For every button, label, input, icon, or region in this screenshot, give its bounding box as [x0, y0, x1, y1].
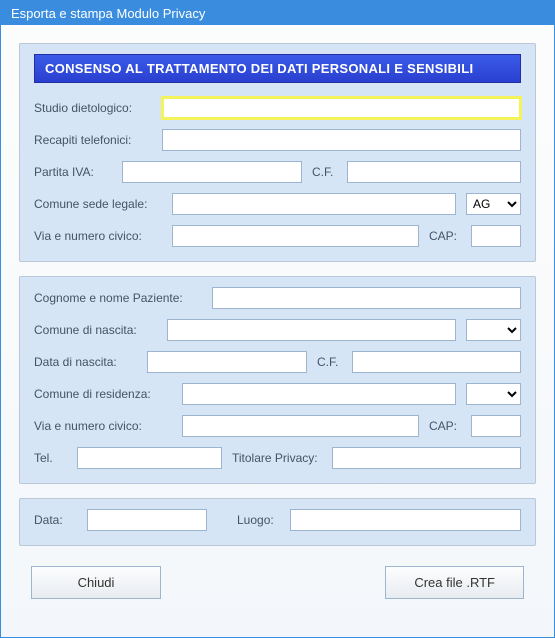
label-tel: Tel.	[34, 451, 69, 465]
input-comune-sede[interactable]	[172, 193, 456, 215]
window-titlebar: Esporta e stampa Modulo Privacy	[1, 1, 554, 25]
input-comune-res[interactable]	[182, 383, 456, 405]
label-cap-paziente: CAP:	[429, 419, 457, 433]
label-via-paziente: Via e numero civico:	[34, 419, 174, 433]
panel-paziente: Cognome e nome Paziente: Comune di nasci…	[19, 276, 536, 484]
panel-studio: CONSENSO AL TRATTAMENTO DEI DATI PERSONA…	[19, 43, 536, 262]
panel-data-luogo: Data: Luogo:	[19, 498, 536, 546]
label-comune-res: Comune di residenza:	[34, 387, 174, 401]
label-data: Data:	[34, 513, 79, 527]
label-recapiti: Recapiti telefonici:	[34, 133, 154, 147]
close-button[interactable]: Chiudi	[31, 566, 161, 599]
consent-header: CONSENSO AL TRATTAMENTO DEI DATI PERSONA…	[34, 54, 521, 83]
input-comune-nascita[interactable]	[167, 319, 456, 341]
input-via-paziente[interactable]	[182, 415, 419, 437]
create-rtf-button[interactable]: Crea file .RTF	[385, 566, 524, 599]
input-tel[interactable]	[77, 447, 222, 469]
select-prov-sede[interactable]: AG	[466, 193, 521, 215]
input-data-nascita[interactable]	[147, 351, 307, 373]
input-piva[interactable]	[122, 161, 302, 183]
label-titolare: Titolare Privacy:	[232, 451, 318, 465]
input-cf-studio[interactable]	[347, 161, 521, 183]
label-cap-studio: CAP:	[429, 229, 457, 243]
label-nome-paziente: Cognome e nome Paziente:	[34, 291, 204, 305]
select-prov-nascita[interactable]	[466, 319, 521, 341]
window-title: Esporta e stampa Modulo Privacy	[11, 6, 205, 21]
input-via-studio[interactable]	[172, 225, 419, 247]
label-luogo: Luogo:	[237, 513, 274, 527]
input-titolare[interactable]	[332, 447, 521, 469]
select-prov-res[interactable]	[466, 383, 521, 405]
label-piva: Partita IVA:	[34, 165, 114, 179]
input-studio[interactable]	[162, 97, 521, 119]
input-cf-paziente[interactable]	[352, 351, 521, 373]
window-content: CONSENSO AL TRATTAMENTO DEI DATI PERSONA…	[1, 25, 554, 617]
label-comune-nascita: Comune di nascita:	[34, 323, 159, 337]
label-studio: Studio dietologico:	[34, 101, 154, 115]
label-cf-studio: C.F.	[312, 165, 333, 179]
label-data-nascita: Data di nascita:	[34, 355, 139, 369]
label-comune-sede: Comune sede legale:	[34, 197, 164, 211]
input-nome-paziente[interactable]	[212, 287, 521, 309]
input-data[interactable]	[87, 509, 207, 531]
window: Esporta e stampa Modulo Privacy CONSENSO…	[0, 0, 555, 638]
input-recapiti[interactable]	[162, 129, 521, 151]
footer-buttons: Chiudi Crea file .RTF	[19, 560, 536, 599]
label-cf-paziente: C.F.	[317, 355, 338, 369]
label-via-studio: Via e numero civico:	[34, 229, 164, 243]
input-cap-paziente[interactable]	[471, 415, 521, 437]
input-cap-studio[interactable]	[471, 225, 521, 247]
input-luogo[interactable]	[290, 509, 521, 531]
